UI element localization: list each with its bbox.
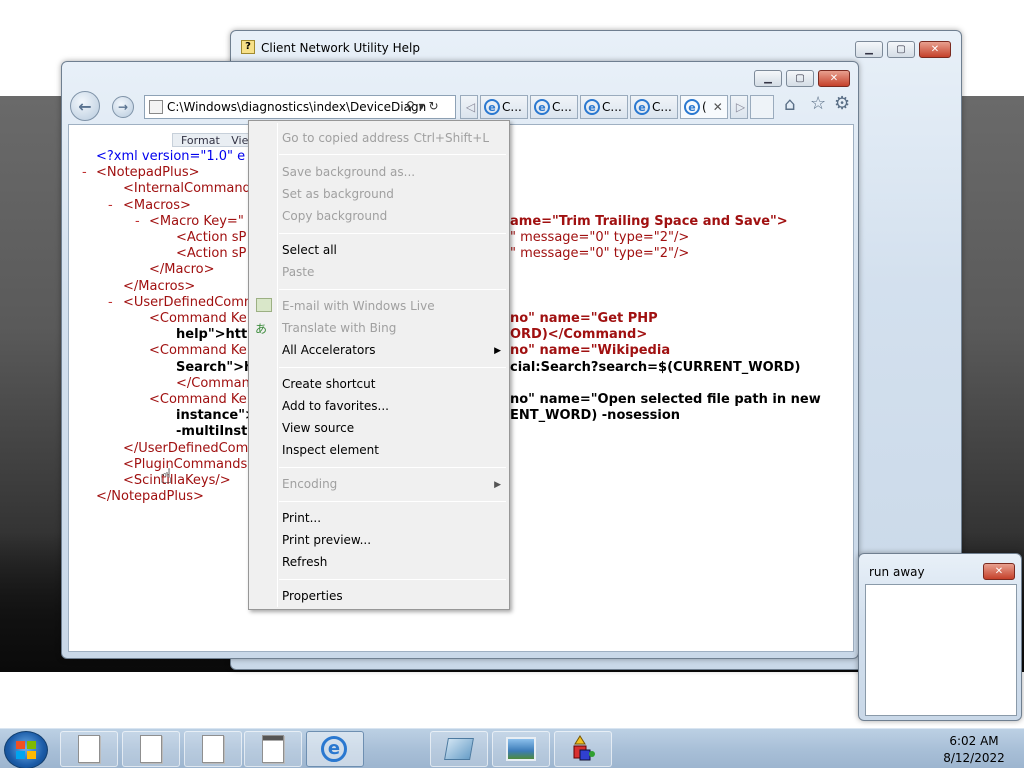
menu-select-all[interactable]: Select all <box>282 243 337 257</box>
menu-encoding[interactable]: Encoding <box>282 477 337 491</box>
start-button[interactable] <box>4 731 48 768</box>
menu-separator <box>279 579 506 580</box>
menu-separator <box>279 467 506 468</box>
ie-icon: e <box>321 736 347 762</box>
close-button[interactable]: ✕ <box>919 41 951 58</box>
taskbar-item-document-2[interactable] <box>122 731 180 767</box>
menu-separator <box>279 233 506 234</box>
tab-1[interactable]: e C... <box>480 95 528 119</box>
menu-print[interactable]: Print... <box>282 511 321 525</box>
minimize-button[interactable]: ▁ <box>855 41 883 58</box>
taskbar-item-document-1[interactable] <box>60 731 118 767</box>
menu-copy-background[interactable]: Copy background <box>282 209 387 223</box>
menu-add-to-favorites[interactable]: Add to favorites... <box>282 399 389 413</box>
menu-go-to-copied-address[interactable]: Go to copied address <box>282 131 409 145</box>
page-icon <box>149 100 163 114</box>
close-button[interactable]: ✕ <box>818 70 850 87</box>
clock-time: 6:02 AM <box>949 734 999 748</box>
tab-3[interactable]: e C... <box>580 95 628 119</box>
submenu-arrow-icon: ▶ <box>494 346 501 356</box>
menu-email-windows-live[interactable]: E-mail with Windows Live <box>282 299 435 313</box>
address-text: C:\Windows\diagnostics\index\DeviceDiagn <box>167 100 427 114</box>
help-window-title: Client Network Utility Help <box>261 41 420 55</box>
menu-set-as-background[interactable]: Set as background <box>282 187 394 201</box>
menu-all-accelerators[interactable]: All Accelerators <box>282 343 376 357</box>
run-away-window: run away ✕ <box>858 553 1022 721</box>
document-icon <box>140 735 162 763</box>
system-clock[interactable]: 6:02 AM 8/12/2022 <box>934 733 1014 767</box>
picture-icon <box>506 737 536 761</box>
tab-2[interactable]: e C... <box>530 95 578 119</box>
star-icon[interactable]: ☆ <box>810 93 826 114</box>
forward-arrow-icon[interactable]: → <box>112 96 134 118</box>
clock-date: 8/12/2022 <box>943 751 1005 765</box>
ie-icon: e <box>534 99 550 115</box>
menu-separator <box>279 289 506 290</box>
view-menu[interactable]: Vie <box>231 134 248 147</box>
close-tab-icon[interactable]: ✕ <box>713 100 723 114</box>
format-menu[interactable]: Format <box>181 134 220 147</box>
notepad-icon <box>262 735 284 763</box>
taskbar-item-app[interactable] <box>430 731 488 767</box>
menu-separator <box>279 154 506 155</box>
taskbar-item-tool[interactable] <box>554 731 612 767</box>
minimize-button[interactable]: ▁ <box>754 70 782 87</box>
context-menu: Go to copied address Ctrl+Shift+L Save b… <box>248 120 510 610</box>
maximize-button[interactable]: ▢ <box>887 41 915 58</box>
tab-scroll-right[interactable]: ▷ <box>730 95 748 119</box>
hand-cursor-icon: ☝ <box>160 464 173 488</box>
taskbar-item-document-3[interactable] <box>184 731 242 767</box>
tab-4[interactable]: e C... <box>630 95 678 119</box>
windows-logo-icon <box>16 741 36 759</box>
taskbar: e 6:02 AM 8/12/2022 <box>0 728 1024 768</box>
shortcut-text: Ctrl+Shift+L <box>413 131 489 145</box>
menu-separator <box>279 501 506 502</box>
home-icon[interactable]: ⌂ <box>784 94 795 115</box>
search-icon[interactable]: ⚲ <box>406 99 415 113</box>
taskbar-item-notepad[interactable] <box>244 731 302 767</box>
menu-bar-fragment: Format Vie <box>172 133 250 147</box>
menu-paste[interactable]: Paste <box>282 265 314 279</box>
translate-icon: あ <box>255 322 268 336</box>
run-away-title: run away <box>869 565 925 579</box>
menu-translate-bing[interactable]: Translate with Bing <box>282 321 396 335</box>
menu-save-background[interactable]: Save background as... <box>282 165 415 179</box>
blocks-icon <box>573 735 595 761</box>
menu-inspect-element[interactable]: Inspect element <box>282 443 379 457</box>
tab-5-active[interactable]: e(✕ <box>680 95 728 119</box>
new-tab-button[interactable] <box>750 95 774 119</box>
close-button[interactable]: ✕ <box>983 563 1015 580</box>
tab-scroll-left[interactable]: ◁ <box>460 95 478 119</box>
menu-create-shortcut[interactable]: Create shortcut <box>282 377 375 391</box>
ie-icon: e <box>684 99 700 115</box>
submenu-arrow-icon: ▶ <box>494 480 501 490</box>
document-icon <box>78 735 100 763</box>
menu-print-preview[interactable]: Print preview... <box>282 533 371 547</box>
navigation-bar: ← → C:\Windows\diagnostics\index\DeviceD… <box>68 90 854 122</box>
run-away-body <box>865 584 1017 716</box>
ie-icon: e <box>634 99 650 115</box>
email-icon <box>256 298 272 312</box>
gear-icon[interactable]: ⚙ <box>834 93 850 114</box>
dropdown-icon[interactable]: ▾ <box>419 99 425 113</box>
address-tools: ⚲ ▾ ↻ <box>406 99 439 113</box>
menu-properties[interactable]: Properties <box>282 589 343 603</box>
ie-icon: e <box>484 99 500 115</box>
maximize-button[interactable]: ▢ <box>786 70 814 87</box>
back-arrow-icon[interactable]: ← <box>70 91 100 121</box>
taskbar-item-internet-explorer[interactable]: e <box>306 731 364 767</box>
menu-separator <box>279 367 506 368</box>
taskbar-item-picture[interactable] <box>492 731 550 767</box>
app-icon <box>444 738 474 760</box>
document-icon <box>202 735 224 763</box>
refresh-icon[interactable]: ↻ <box>428 99 438 113</box>
help-icon: ? <box>241 40 255 54</box>
menu-refresh[interactable]: Refresh <box>282 555 327 569</box>
menu-view-source[interactable]: View source <box>282 421 354 435</box>
ie-icon: e <box>584 99 600 115</box>
